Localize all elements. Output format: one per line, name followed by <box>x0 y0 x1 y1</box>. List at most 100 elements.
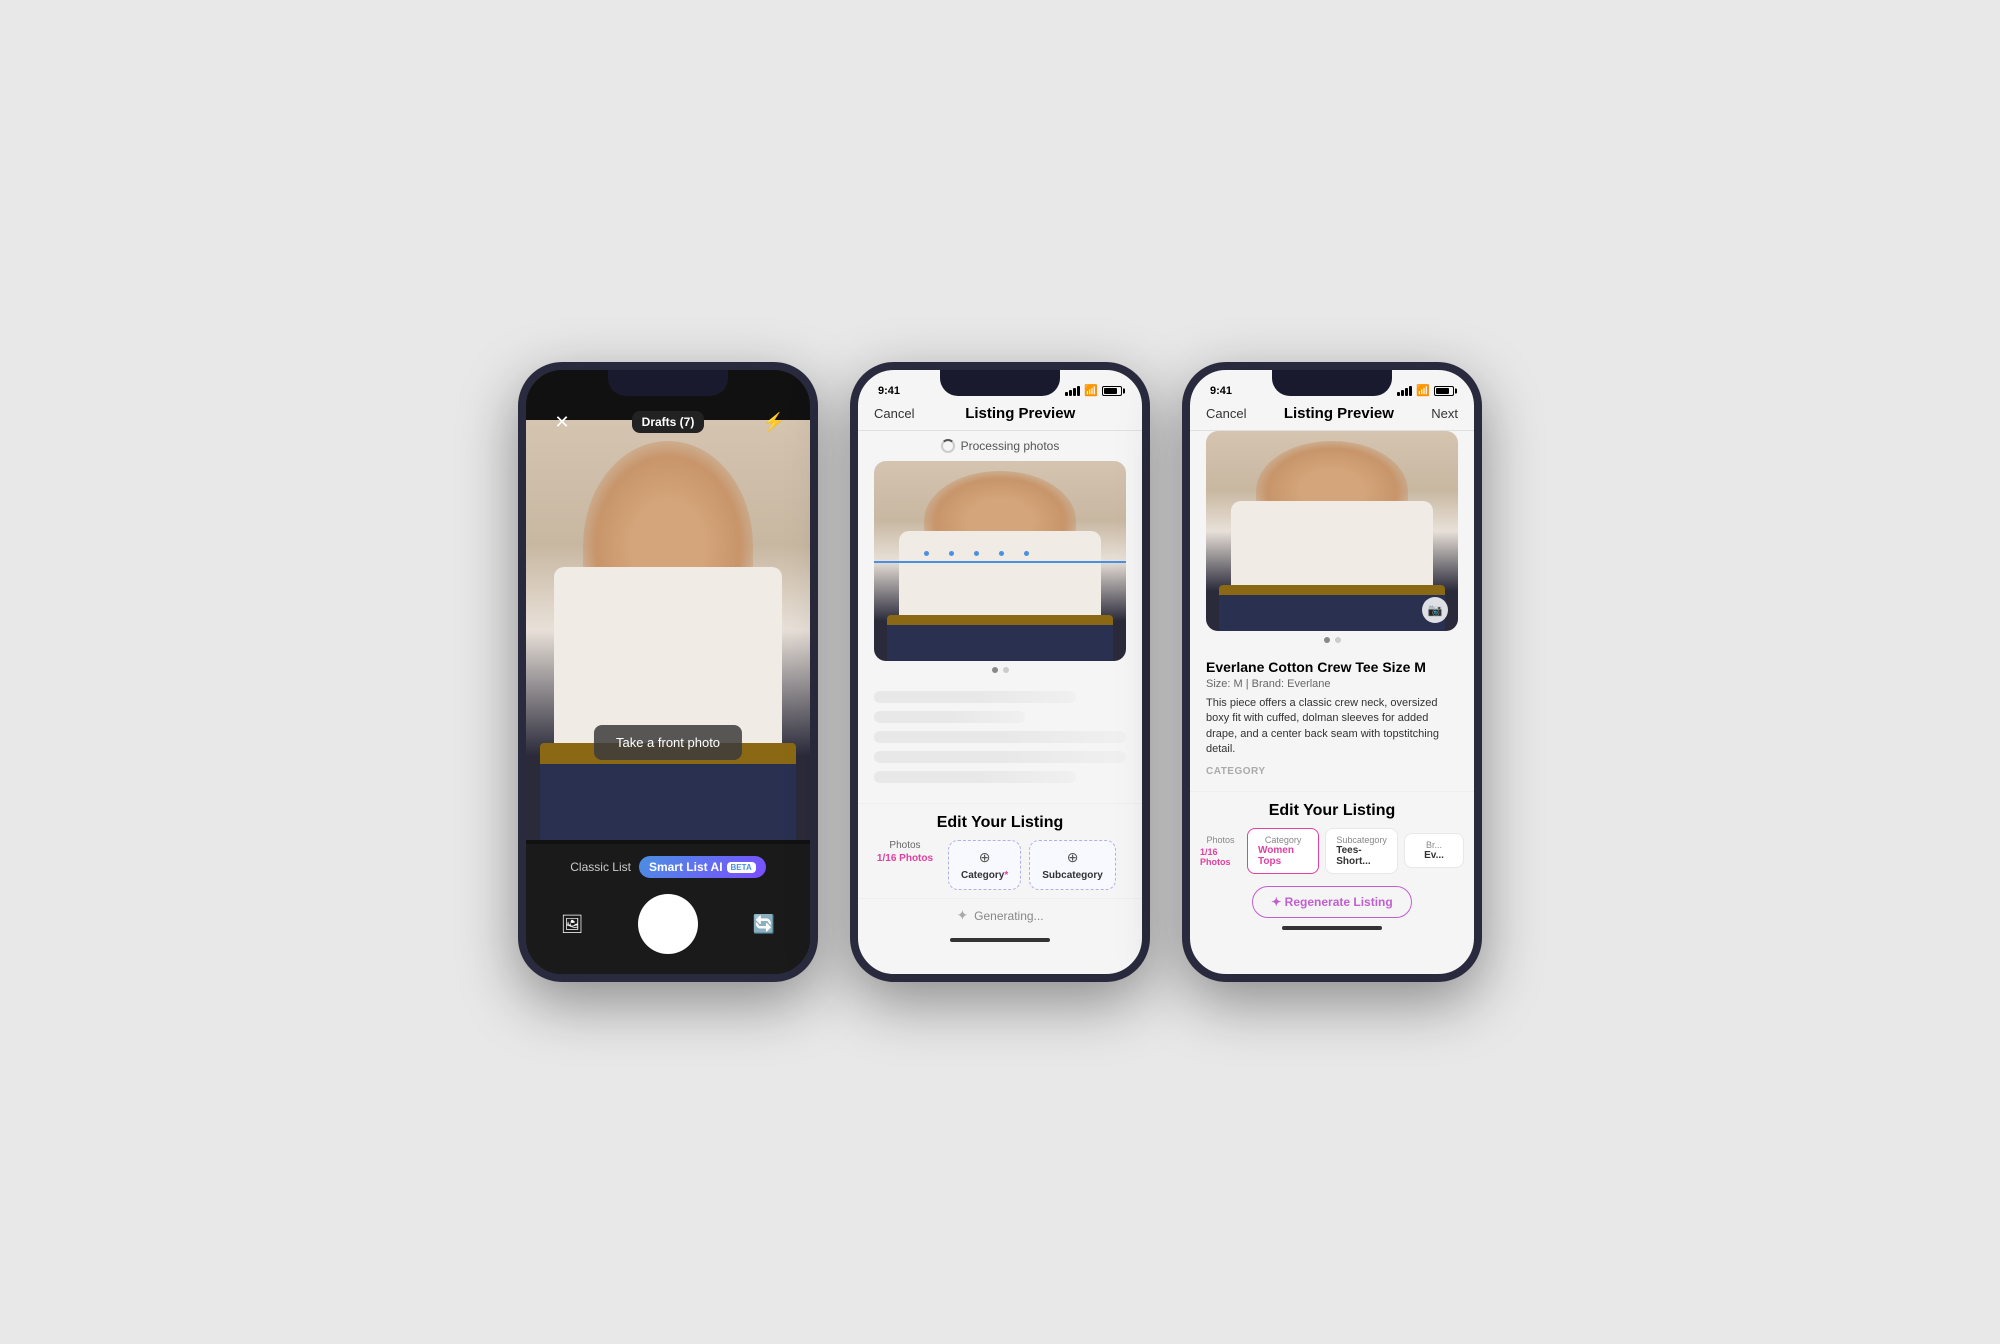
nav-bar: Cancel Listing Preview Next <box>1190 401 1474 431</box>
phone-camera: ✕ Drafts (7) ⚡ Take a front photo Classi… <box>518 362 818 982</box>
subcategory-tab[interactable]: Subcategory Tees- Short... <box>1325 828 1398 874</box>
category-icon: ⊕ <box>979 849 991 866</box>
home-indicator <box>950 938 1050 942</box>
subcategory-tab-value: Tees- Short... <box>1336 845 1387 867</box>
listing-title: Everlane Cotton Crew Tee Size M <box>1206 659 1458 675</box>
person-photo-result <box>1206 431 1458 631</box>
nav-bar: Cancel Listing Preview <box>858 401 1142 431</box>
generating-bar: ✦ Generating... <box>858 898 1142 932</box>
gallery-icon[interactable]: 🖼 <box>556 908 588 940</box>
brand-tab-label: Br... <box>1426 840 1442 850</box>
skeleton-line-3 <box>874 731 1126 743</box>
sparkle-icon: ✦ <box>956 907 968 924</box>
flip-camera-icon[interactable]: 🔄 <box>748 908 780 940</box>
edit-section-title: Edit Your Listing <box>1190 792 1474 828</box>
category-header: CATEGORY <box>1206 766 1458 777</box>
camera-controls: 🖼 🔄 <box>546 894 790 954</box>
listing-info: Everlane Cotton Crew Tee Size M Size: M … <box>1190 649 1474 791</box>
regenerate-label: ✦ Regenerate Listing <box>1271 895 1392 909</box>
category-tab-value: Women Tops <box>1258 845 1308 867</box>
brand-tab[interactable]: Br... Ev... <box>1404 833 1464 868</box>
camera-photo-area: Take a front photo <box>526 420 810 840</box>
classic-mode-label[interactable]: Classic List <box>570 860 631 874</box>
processing-screen: 9:41 📶 Cancel Listing Preview <box>858 370 1142 950</box>
notch <box>1272 370 1392 396</box>
cancel-button[interactable]: Cancel <box>1206 406 1246 421</box>
regenerate-button[interactable]: ✦ Regenerate Listing <box>1252 886 1411 918</box>
listing-description: This piece offers a classic crew neck, o… <box>1206 696 1458 758</box>
edit-tabs: Photos 1/16 Photos ⊕ Category* ⊕ Subcate… <box>858 840 1142 898</box>
time-display: 9:41 <box>1210 385 1232 397</box>
skeleton-line-2 <box>874 711 1025 723</box>
photos-tab[interactable]: Photos 1/16 Photos <box>870 840 940 890</box>
close-icon[interactable]: ✕ <box>546 406 578 438</box>
notch <box>608 370 728 396</box>
beta-badge: BETA <box>727 862 756 873</box>
processing-text: Processing photos <box>961 439 1060 453</box>
photo-prompt-text: Take a front photo <box>594 725 742 760</box>
subcategory-tab-label: Subcategory <box>1336 835 1387 845</box>
subcategory-tab-label: Subcategory <box>1042 870 1103 881</box>
generating-text: Generating... <box>974 909 1043 923</box>
listing-image: 📷 <box>1206 431 1458 631</box>
drafts-button[interactable]: Drafts (7) <box>632 411 705 433</box>
edit-section-title: Edit Your Listing <box>858 804 1142 840</box>
scan-dots <box>924 551 1029 556</box>
next-button[interactable]: Next <box>1431 406 1458 421</box>
brand-tab-value: Ev... <box>1424 850 1444 861</box>
battery-icon <box>1434 386 1454 396</box>
listing-mode-bar: Classic List Smart List AI BETA <box>546 856 790 878</box>
loading-spinner <box>941 439 955 453</box>
category-tab-label: Category <box>1265 835 1302 845</box>
signal-icon <box>1065 386 1080 396</box>
skeleton-content <box>858 679 1142 803</box>
time-display: 9:41 <box>878 385 900 397</box>
page-title: Listing Preview <box>965 405 1075 422</box>
photos-tab-label: Photos <box>889 840 920 851</box>
category-tab[interactable]: Category Women Tops <box>1247 828 1319 874</box>
result-screen: 9:41 📶 Cancel Listing Preview Next <box>1190 370 1474 938</box>
battery-icon <box>1102 386 1122 396</box>
photos-value: 1/16 Photos <box>1200 847 1241 867</box>
subcategory-icon: ⊕ <box>1067 849 1079 866</box>
home-indicator <box>1282 926 1382 930</box>
image-pagination <box>1190 631 1474 649</box>
edit-section: Edit Your Listing Photos 1/16 Photos ⊕ C… <box>858 803 1142 932</box>
cancel-button[interactable]: Cancel <box>874 406 914 421</box>
required-dot: * <box>1004 870 1008 881</box>
page-title: Listing Preview <box>1284 405 1394 422</box>
jeans-detail <box>540 764 796 840</box>
processing-banner: Processing photos <box>858 431 1142 461</box>
result-tabs: Photos 1/16 Photos Category Women Tops S… <box>1190 828 1474 882</box>
smart-mode-button[interactable]: Smart List AI BETA <box>639 856 766 878</box>
shutter-button[interactable] <box>638 894 698 954</box>
photos-tab-value: 1/16 Photos <box>877 853 933 864</box>
camera-overlay-icon[interactable]: 📷 <box>1422 597 1448 623</box>
listing-meta: Size: M | Brand: Everlane <box>1206 678 1458 690</box>
shutter-inner <box>643 899 693 949</box>
edit-section: Edit Your Listing Photos 1/16 Photos Cat… <box>1190 791 1474 918</box>
status-icons: 📶 <box>1397 384 1454 397</box>
skeleton-line-1 <box>874 691 1076 703</box>
photos-label: Photos <box>1206 835 1234 845</box>
status-icons: 📶 <box>1065 384 1122 397</box>
wifi-icon: 📶 <box>1416 384 1430 397</box>
signal-icon <box>1397 386 1412 396</box>
camera-bottom: Classic List Smart List AI BETA 🖼 🔄 <box>526 844 810 974</box>
notch <box>940 370 1060 396</box>
camera-screen: ✕ Drafts (7) ⚡ Take a front photo Classi… <box>526 370 810 974</box>
category-tab-label: Category* <box>961 870 1008 881</box>
photos-tab[interactable]: Photos 1/16 Photos <box>1200 835 1241 867</box>
listing-image <box>874 461 1126 661</box>
phone-result: 9:41 📶 Cancel Listing Preview Next <box>1182 362 1482 982</box>
skeleton-line-5 <box>874 771 1076 783</box>
person-photo <box>526 420 810 840</box>
flash-icon[interactable]: ⚡ <box>758 406 790 438</box>
wifi-icon: 📶 <box>1084 384 1098 397</box>
scan-line <box>874 561 1126 563</box>
phone-processing: 9:41 📶 Cancel Listing Preview <box>850 362 1150 982</box>
category-tab[interactable]: ⊕ Category* <box>948 840 1021 890</box>
subcategory-tab[interactable]: ⊕ Subcategory <box>1029 840 1116 890</box>
skeleton-line-4 <box>874 751 1126 763</box>
image-pagination <box>858 661 1142 679</box>
